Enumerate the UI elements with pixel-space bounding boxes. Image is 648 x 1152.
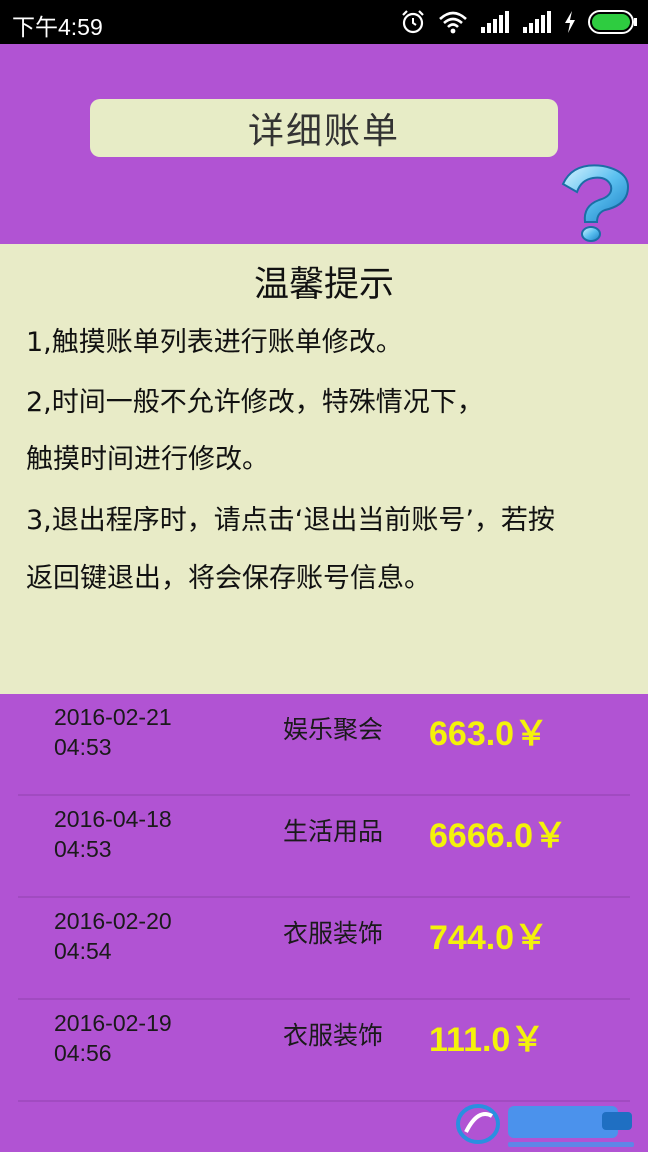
bill-date: 2016-02-19 [54,1010,172,1036]
status-bar: 下午4:59 [0,0,648,44]
bill-time: 04:56 [54,1040,112,1066]
bill-amount: 663.0￥ [429,715,549,753]
bill-category: 衣服装饰 [283,1021,384,1050]
bill-date: 2016-04-18 [54,806,172,832]
bill-category: 生活用品 [283,817,384,846]
bill-amount: 6666.0￥ [429,817,567,855]
watermark-logo [456,1104,634,1147]
battery-icon [588,10,637,34]
page-title: 详细账单 [90,99,558,157]
charging-icon [565,11,575,33]
tip-line: 触摸时间进行修改。 [26,444,269,475]
signal-icon-2 [523,11,551,33]
status-time: 下午4:59 [12,14,103,40]
tip-line: 2,时间一般不允许修改，特殊情况下， [26,387,484,418]
bill-amount: 111.0￥ [429,1021,545,1059]
bill-time: 04:53 [54,836,112,862]
bill-row[interactable]: 2016-02-20 04:54 衣服装饰 744.0￥ [0,898,648,1000]
bill-category: 衣服装饰 [283,919,384,948]
bill-datetime[interactable]: 2016-02-19 04:56 [54,1008,172,1068]
tip-line: 3,退出程序时，请点击‘退出当前账号’，若按 [26,505,555,536]
alarm-icon [402,10,424,34]
wifi-icon [439,11,467,34]
bill-date: 2016-02-20 [54,908,172,934]
bill-datetime[interactable]: 2016-02-21 04:53 [54,702,172,762]
bill-time: 04:54 [54,938,112,964]
signal-icon [481,11,509,33]
bill-time: 04:53 [54,734,112,760]
bill-row[interactable]: 2016-02-21 04:53 娱乐聚会 663.0￥ [0,694,648,796]
status-icons [400,9,638,35]
bill-category: 娱乐聚会 [283,715,384,744]
tips-title: 温馨提示 [253,265,394,305]
tip-line: 1,触摸账单列表进行账单修改。 [26,327,403,358]
bill-datetime[interactable]: 2016-02-20 04:54 [54,906,172,966]
bill-date: 2016-02-21 [54,704,172,730]
tip-line: 返回键退出，将会保存账号信息。 [26,563,431,594]
bill-datetime[interactable]: 2016-04-18 04:53 [54,804,172,864]
question-mark-icon[interactable] [553,160,639,244]
bill-row[interactable]: 2016-04-18 04:53 生活用品 6666.0￥ [0,796,648,898]
tips-panel: 温馨提示 1,触摸账单列表进行账单修改。 2,时间一般不允许修改，特殊情况下， … [0,244,648,694]
bill-amount: 744.0￥ [429,919,549,957]
bill-row[interactable]: 2016-02-19 04:56 衣服装饰 111.0￥ [0,1000,648,1102]
